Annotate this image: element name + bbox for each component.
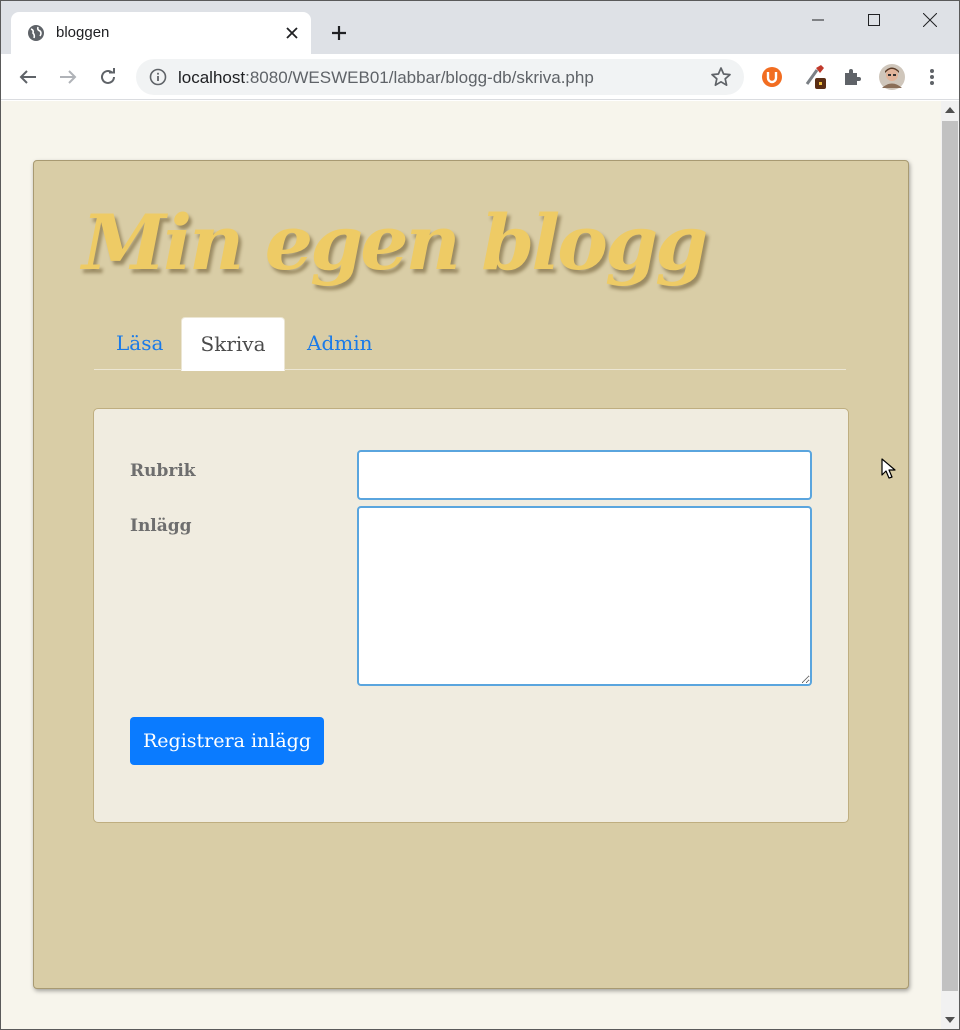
- back-arrow-icon[interactable]: [13, 62, 43, 92]
- info-icon[interactable]: [149, 68, 167, 86]
- address-bar[interactable]: localhost:8080/WESWEB01/labbar/blogg-db/…: [136, 59, 744, 95]
- browser-toolbar: localhost:8080/WESWEB01/labbar/blogg-db/…: [0, 54, 960, 100]
- nav-tabs: Läsa Skriva Admin: [94, 317, 846, 371]
- page-viewport: Min egen blogg Läsa Skriva Admin Rubrik …: [1, 101, 941, 1029]
- register-post-button[interactable]: Registrera inlägg: [130, 717, 324, 765]
- blog-title: Min egen blogg: [82, 198, 708, 287]
- tab-title: bloggen: [56, 24, 110, 41]
- forward-arrow-icon[interactable]: [53, 62, 83, 92]
- rubrik-label: Rubrik: [130, 461, 196, 481]
- scroll-thumb[interactable]: [942, 121, 958, 991]
- blog-container: Min egen blogg Läsa Skriva Admin Rubrik …: [33, 160, 909, 989]
- plus-icon[interactable]: [326, 20, 352, 46]
- scroll-down-icon[interactable]: [945, 1017, 955, 1023]
- star-icon[interactable]: [710, 66, 732, 88]
- window-close-icon[interactable]: [902, 0, 958, 40]
- minimize-icon[interactable]: [790, 0, 846, 40]
- tab-admin[interactable]: Admin: [307, 317, 373, 370]
- avatar[interactable]: [879, 64, 905, 90]
- tab-skriva[interactable]: Skriva: [181, 317, 285, 371]
- maximize-icon[interactable]: [846, 0, 902, 40]
- tab-lasa[interactable]: Läsa: [116, 317, 163, 370]
- url-path: :8080/WESWEB01/labbar/blogg-db/skriva.ph…: [245, 68, 594, 87]
- close-icon[interactable]: [281, 22, 303, 44]
- eyedropper-icon[interactable]: [802, 64, 828, 90]
- rubrik-input[interactable]: [357, 450, 812, 500]
- browser-tab[interactable]: bloggen: [11, 12, 311, 54]
- reload-icon[interactable]: [93, 62, 123, 92]
- url-text: localhost:8080/WESWEB01/labbar/blogg-db/…: [178, 68, 594, 88]
- inlagg-textarea[interactable]: [357, 506, 812, 686]
- tab-strip: bloggen: [0, 0, 960, 54]
- globe-icon: [28, 25, 44, 41]
- kebab-menu-icon[interactable]: [919, 64, 945, 90]
- scroll-up-icon[interactable]: [945, 107, 955, 113]
- inlagg-label: Inlägg: [130, 516, 192, 536]
- scrollbar[interactable]: [941, 101, 959, 1029]
- mouse-cursor-icon: [881, 458, 896, 479]
- post-form: Rubrik Inlägg Registrera inlägg: [93, 408, 849, 823]
- url-host: localhost: [178, 68, 246, 87]
- ublock-icon[interactable]: [759, 64, 785, 90]
- puzzle-icon[interactable]: [839, 64, 865, 90]
